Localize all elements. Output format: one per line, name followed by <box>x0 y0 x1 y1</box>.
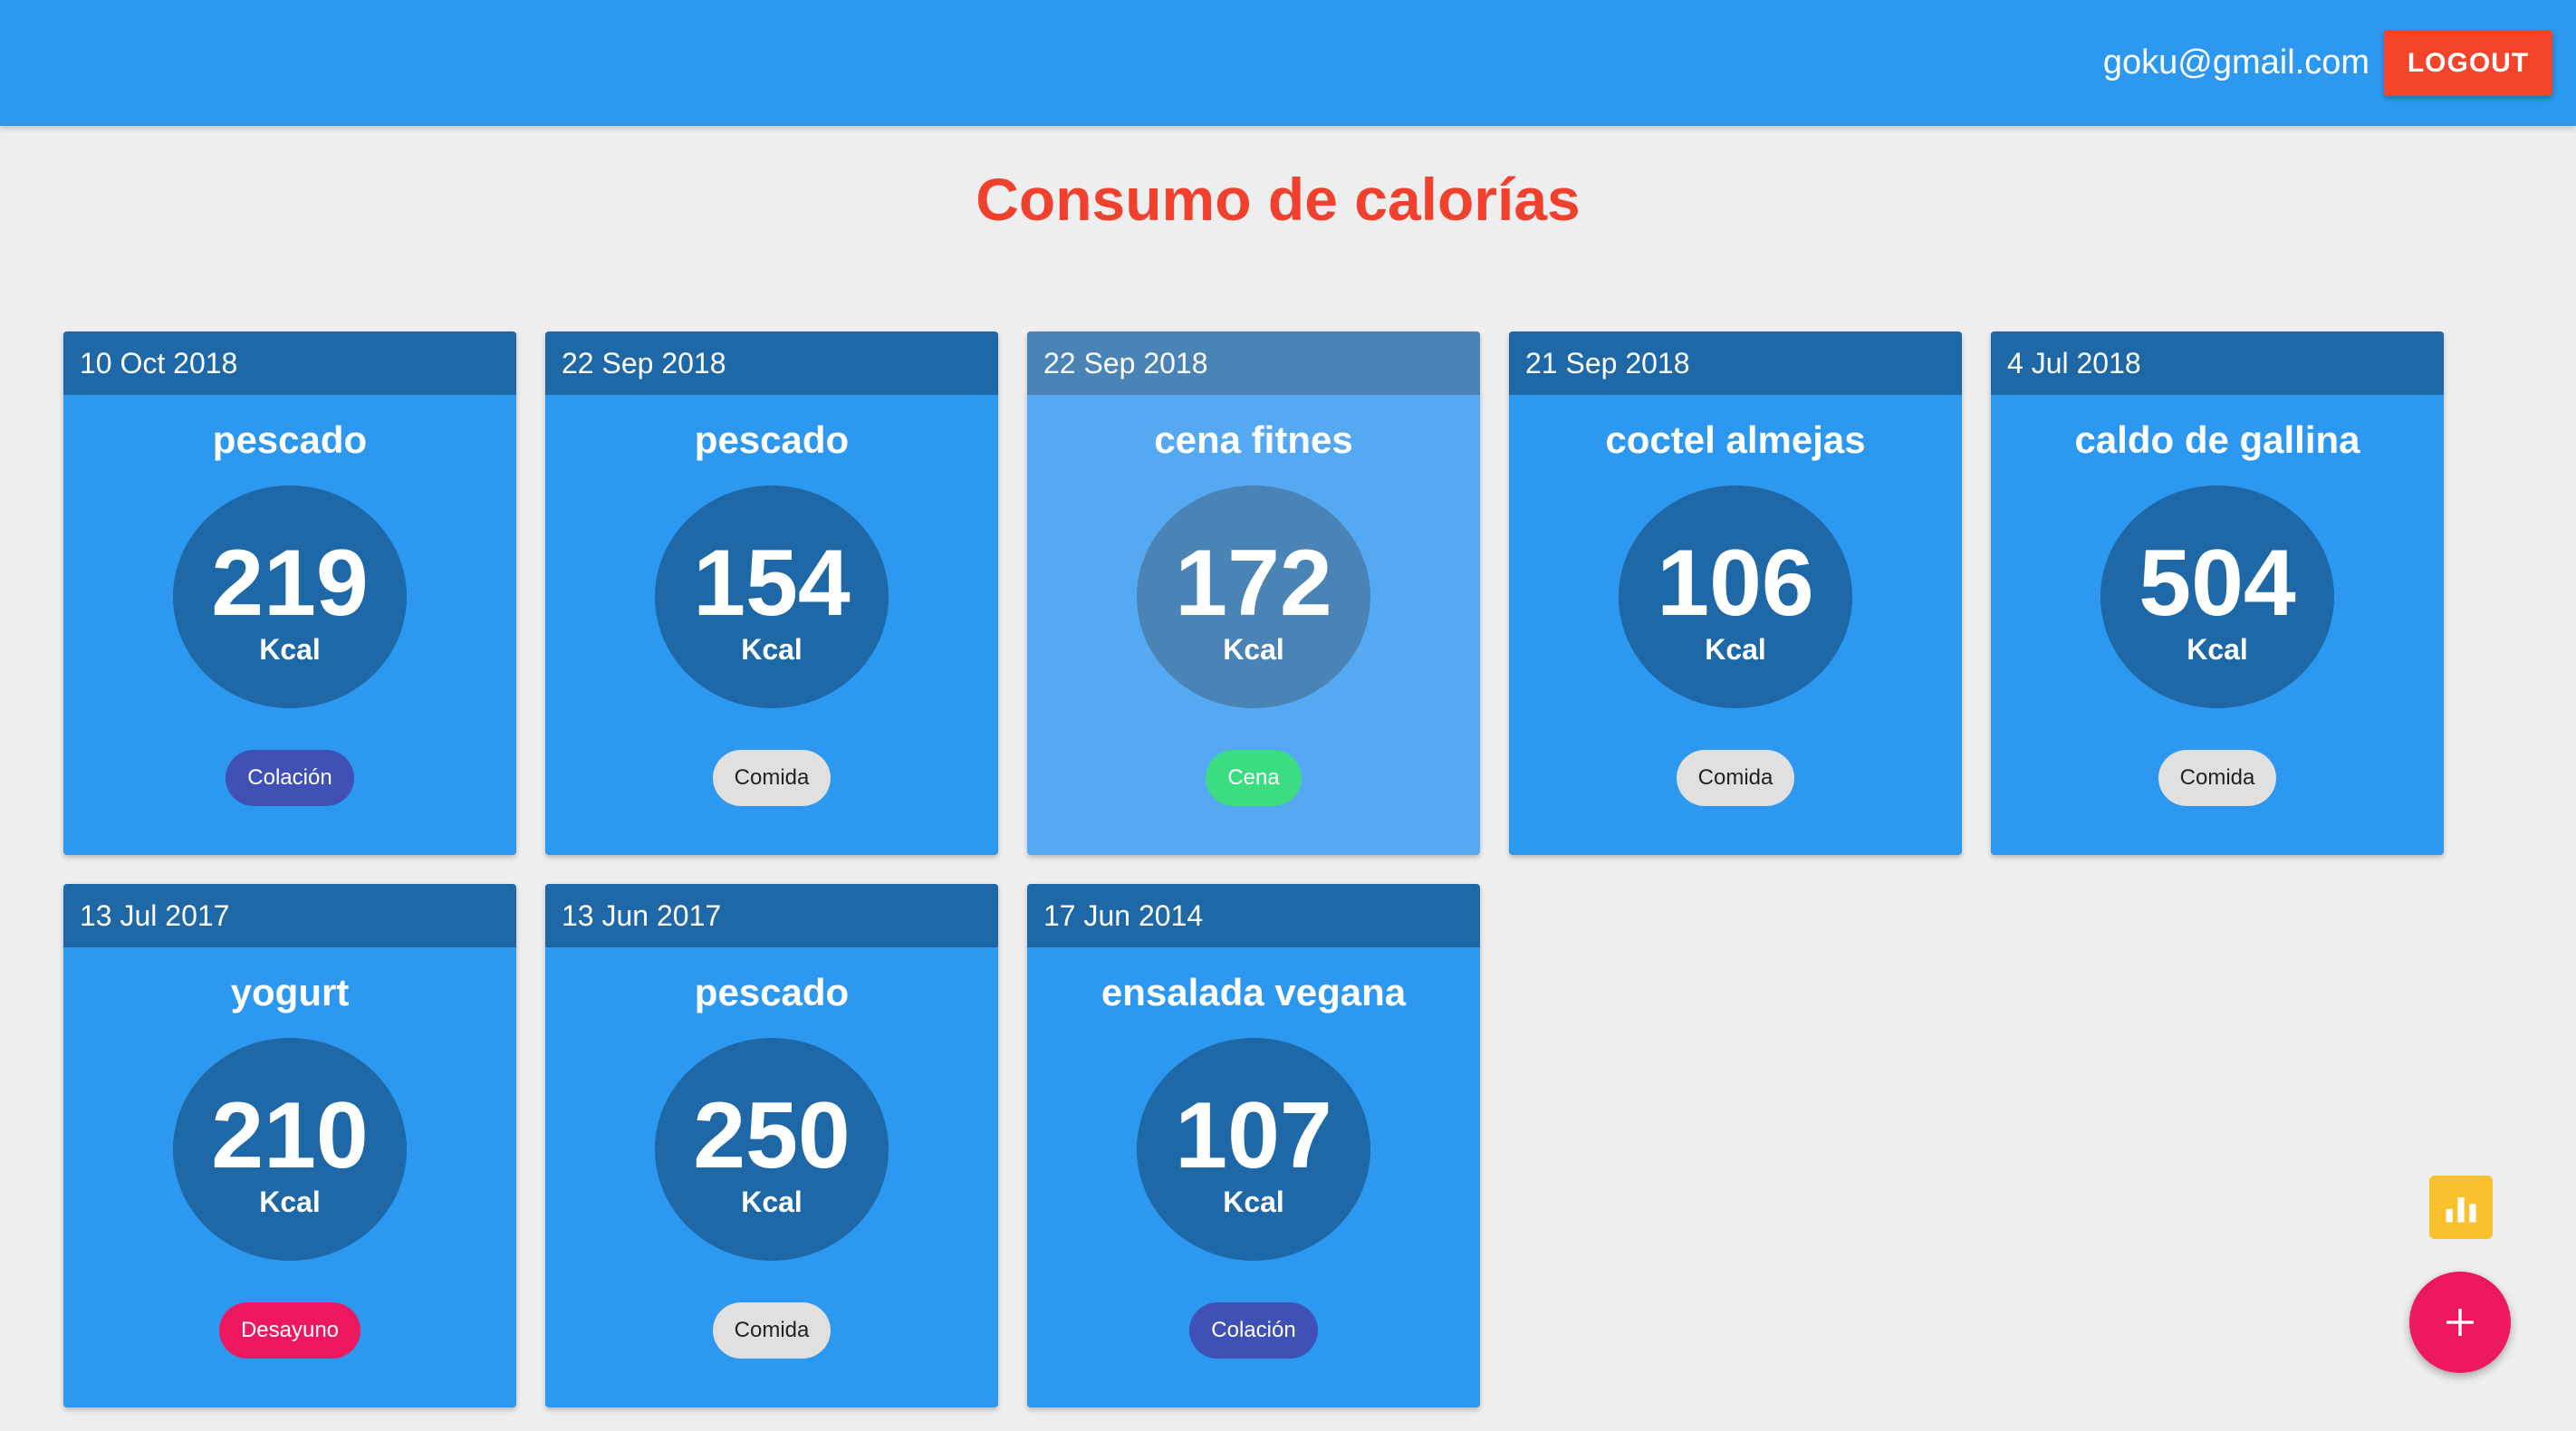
card-date: 13 Jun 2017 <box>545 884 998 947</box>
card-meal-name: coctel almejas <box>1605 418 1866 461</box>
kcal-circle: 504 Kcal <box>2100 485 2334 708</box>
meal-type-chip: Colación <box>226 750 354 806</box>
card-meal-name: pescado <box>212 418 368 461</box>
card-meal-name: ensalada vegana <box>1101 971 1407 1013</box>
kcal-circle: 219 Kcal <box>173 485 407 708</box>
card-date: 13 Jul 2017 <box>63 884 516 947</box>
meal-card[interactable]: 21 Sep 2018 coctel almejas 106 Kcal Comi… <box>1509 331 1962 855</box>
kcal-unit: Kcal <box>2187 633 2248 666</box>
stats-button[interactable] <box>2429 1176 2493 1239</box>
card-date: 17 Jun 2014 <box>1027 884 1480 947</box>
meal-card[interactable]: 17 Jun 2014 ensalada vegana 107 Kcal Col… <box>1027 884 1480 1407</box>
page-title: Consumo de calorías <box>976 166 1581 233</box>
meal-type-chip: Colación <box>1189 1302 1318 1359</box>
kcal-value: 210 <box>211 1083 369 1188</box>
meal-type-chip: Desayuno <box>218 1302 361 1359</box>
kcal-circle: 106 Kcal <box>1619 485 1852 708</box>
meal-type-chip: Cena <box>1206 750 1302 806</box>
meal-type-chip: Comida <box>1676 750 1795 806</box>
kcal-unit: Kcal <box>259 633 321 666</box>
kcal-unit: Kcal <box>1223 1186 1284 1218</box>
kcal-circle: 172 Kcal <box>1137 485 1370 708</box>
meal-card[interactable]: 22 Sep 2018 cena fitnes 172 Kcal Cena <box>1027 331 1480 855</box>
meal-card[interactable]: 4 Jul 2018 caldo de gallina 504 Kcal Com… <box>1991 331 2444 855</box>
kcal-unit: Kcal <box>259 1186 321 1218</box>
kcal-value: 106 <box>1657 531 1814 636</box>
kcal-value: 107 <box>1175 1083 1332 1188</box>
meal-card[interactable]: 22 Sep 2018 pescado 154 Kcal Comida <box>545 331 998 855</box>
meal-type-chip: Comida <box>712 750 831 806</box>
kcal-unit: Kcal <box>741 633 803 666</box>
meal-card[interactable]: 10 Oct 2018 pescado 219 Kcal Colación <box>63 331 516 855</box>
kcal-value: 154 <box>693 531 851 636</box>
kcal-circle: 107 Kcal <box>1137 1038 1370 1261</box>
meal-card[interactable]: 13 Jun 2017 pescado 250 Kcal Comida <box>545 884 998 1407</box>
kcal-unit: Kcal <box>1705 633 1766 666</box>
card-meal-name: cena fitnes <box>1154 418 1353 461</box>
bar-chart-icon <box>2446 1197 2476 1223</box>
card-date: 22 Sep 2018 <box>1027 331 1480 395</box>
logout-button[interactable]: LOGOUT <box>2384 30 2552 96</box>
meal-type-chip: Comida <box>712 1302 831 1359</box>
card-date: 21 Sep 2018 <box>1509 331 1962 395</box>
kcal-circle: 154 Kcal <box>655 485 889 708</box>
card-date: 4 Jul 2018 <box>1991 331 2444 395</box>
meal-type-chip: Comida <box>2158 750 2277 806</box>
kcal-value: 219 <box>211 531 369 636</box>
card-meal-name: pescado <box>694 971 850 1013</box>
kcal-unit: Kcal <box>1223 633 1284 666</box>
kcal-value: 504 <box>2139 531 2296 636</box>
card-meal-name: caldo de gallina <box>2074 418 2360 461</box>
card-date: 10 Oct 2018 <box>63 331 516 395</box>
kcal-value: 172 <box>1175 531 1332 636</box>
app-bar: goku@gmail.com LOGOUT <box>0 0 2576 126</box>
user-email: goku@gmail.com <box>2102 43 2369 82</box>
add-meal-button[interactable] <box>2409 1272 2511 1373</box>
kcal-unit: Kcal <box>741 1186 803 1218</box>
plus-icon <box>2446 1309 2474 1336</box>
kcal-value: 250 <box>693 1083 851 1188</box>
meal-card[interactable]: 13 Jul 2017 yogurt 210 Kcal Desayuno <box>63 884 516 1407</box>
card-meal-name: pescado <box>694 418 850 461</box>
kcal-circle: 210 Kcal <box>173 1038 407 1261</box>
card-meal-name: yogurt <box>230 971 350 1013</box>
card-date: 22 Sep 2018 <box>545 331 998 395</box>
kcal-circle: 250 Kcal <box>655 1038 889 1261</box>
